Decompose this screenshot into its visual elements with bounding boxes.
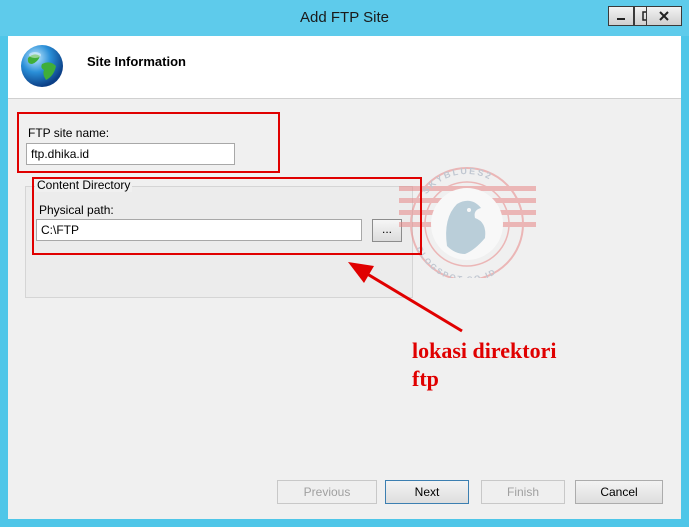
annotation-text: lokasi direktori ftp	[412, 337, 602, 393]
annotation-line-2: ftp	[412, 366, 439, 391]
annotation-line-1: lokasi direktori	[412, 338, 557, 363]
annotation-arrow	[348, 262, 463, 333]
